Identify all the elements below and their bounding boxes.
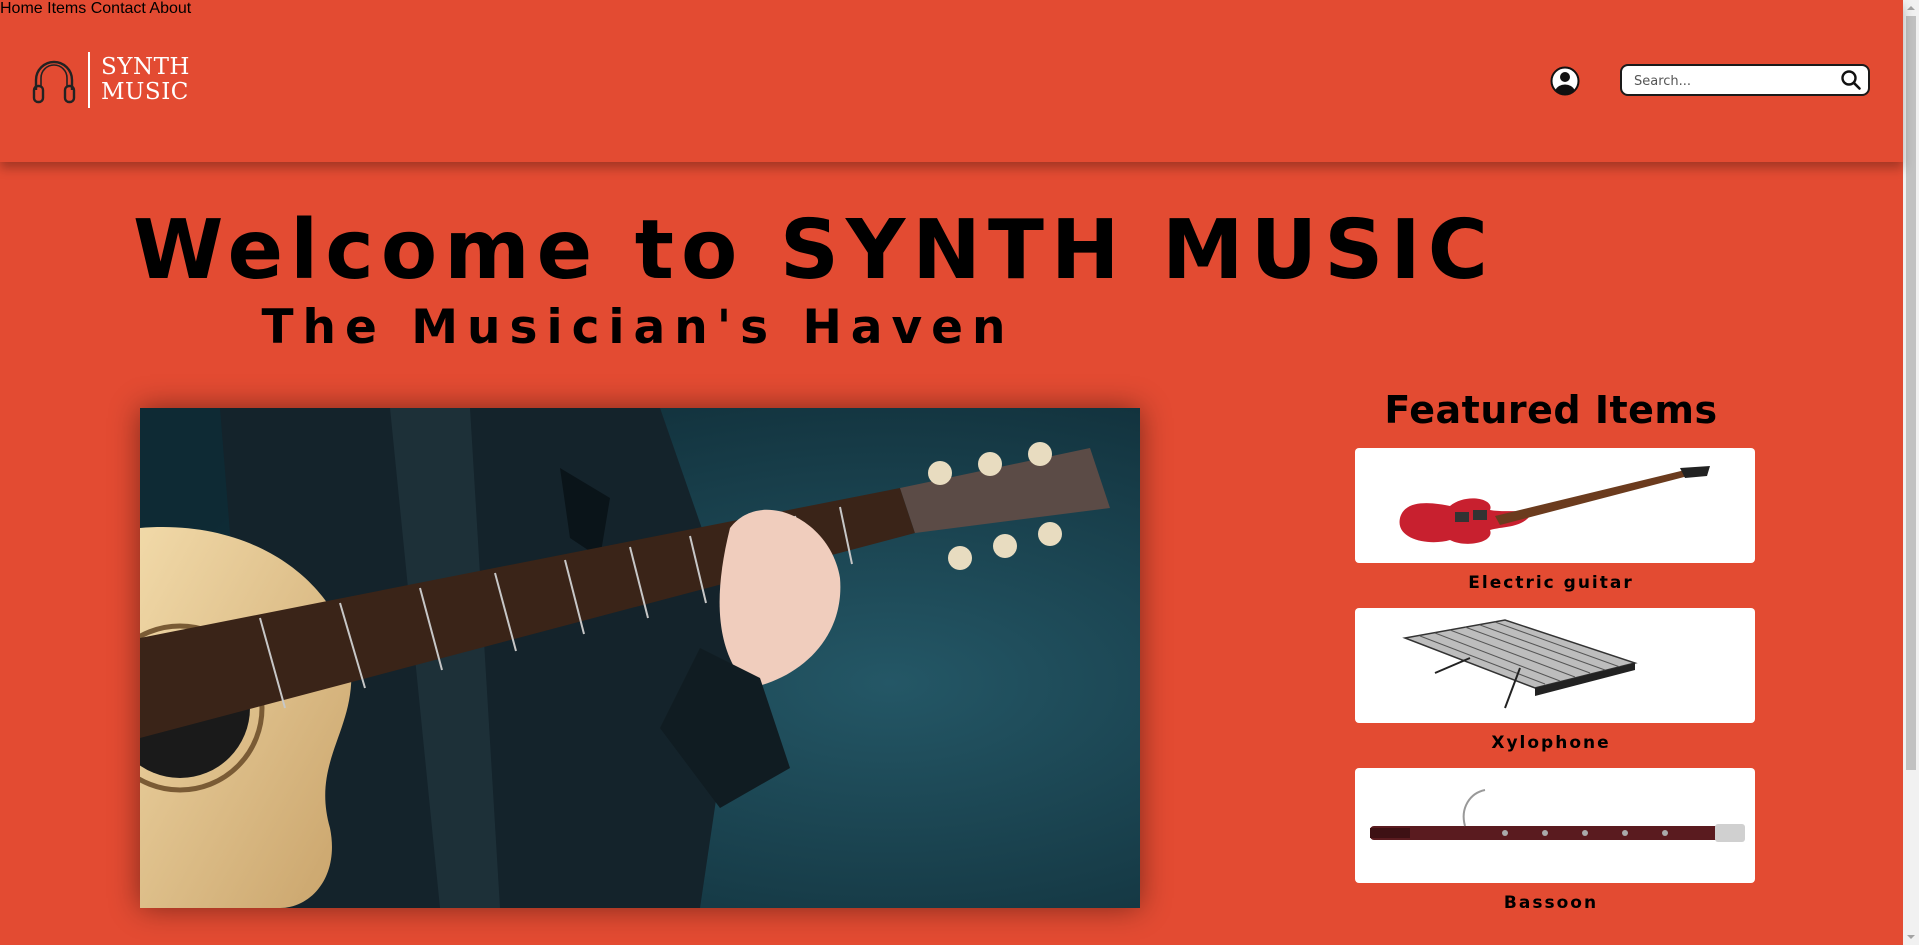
featured-label-electric-guitar[interactable]: Electric guitar <box>1355 573 1747 593</box>
brand-line-2: MUSIC <box>101 79 189 105</box>
featured-card-bassoon[interactable] <box>1355 768 1755 883</box>
logo-divider <box>88 52 90 108</box>
main-nav: Home Items Contact About <box>0 0 1903 18</box>
headphones-icon <box>32 60 76 104</box>
search-box <box>1620 64 1870 96</box>
scroll-up-icon[interactable] <box>1903 0 1919 16</box>
vertical-scrollbar[interactable] <box>1903 0 1919 945</box>
electric-guitar-image <box>1399 466 1710 544</box>
xylophone-image <box>1402 619 1638 709</box>
brand-name: SYNTH MUSIC <box>101 55 190 105</box>
nav-contact[interactable]: Contact <box>91 0 146 17</box>
featured-card-xylophone[interactable] <box>1355 608 1755 723</box>
scroll-down-icon[interactable] <box>1903 929 1919 945</box>
featured-card-electric-guitar[interactable] <box>1355 448 1755 563</box>
account-icon[interactable] <box>1550 66 1580 96</box>
nav-about[interactable]: About <box>149 0 191 17</box>
featured-label-bassoon[interactable]: Bassoon <box>1355 893 1747 913</box>
featured-title: Featured Items <box>1384 388 1718 432</box>
scrollbar-thumb[interactable] <box>1906 16 1916 770</box>
guitar-photo <box>140 408 1140 908</box>
hero-image <box>140 408 1140 908</box>
search-input[interactable] <box>1632 70 1836 92</box>
bassoon-image <box>1370 789 1745 842</box>
search-icon[interactable] <box>1840 69 1862 91</box>
nav-home[interactable]: Home <box>0 0 43 17</box>
brand-line-1: SYNTH <box>101 54 190 80</box>
hero-title: Welcome to SYNTH MUSIC <box>133 203 1495 298</box>
site-logo[interactable]: SYNTH MUSIC <box>30 50 190 110</box>
site-header: SYNTH MUSIC Home Items Contact About <box>0 0 1903 162</box>
page: SYNTH MUSIC Home Items Contact About Wel… <box>0 0 1903 945</box>
nav-items[interactable]: Items <box>47 0 86 17</box>
hero-subtitle: The Musician's Haven <box>261 300 1015 355</box>
featured-label-xylophone[interactable]: Xylophone <box>1355 733 1747 753</box>
